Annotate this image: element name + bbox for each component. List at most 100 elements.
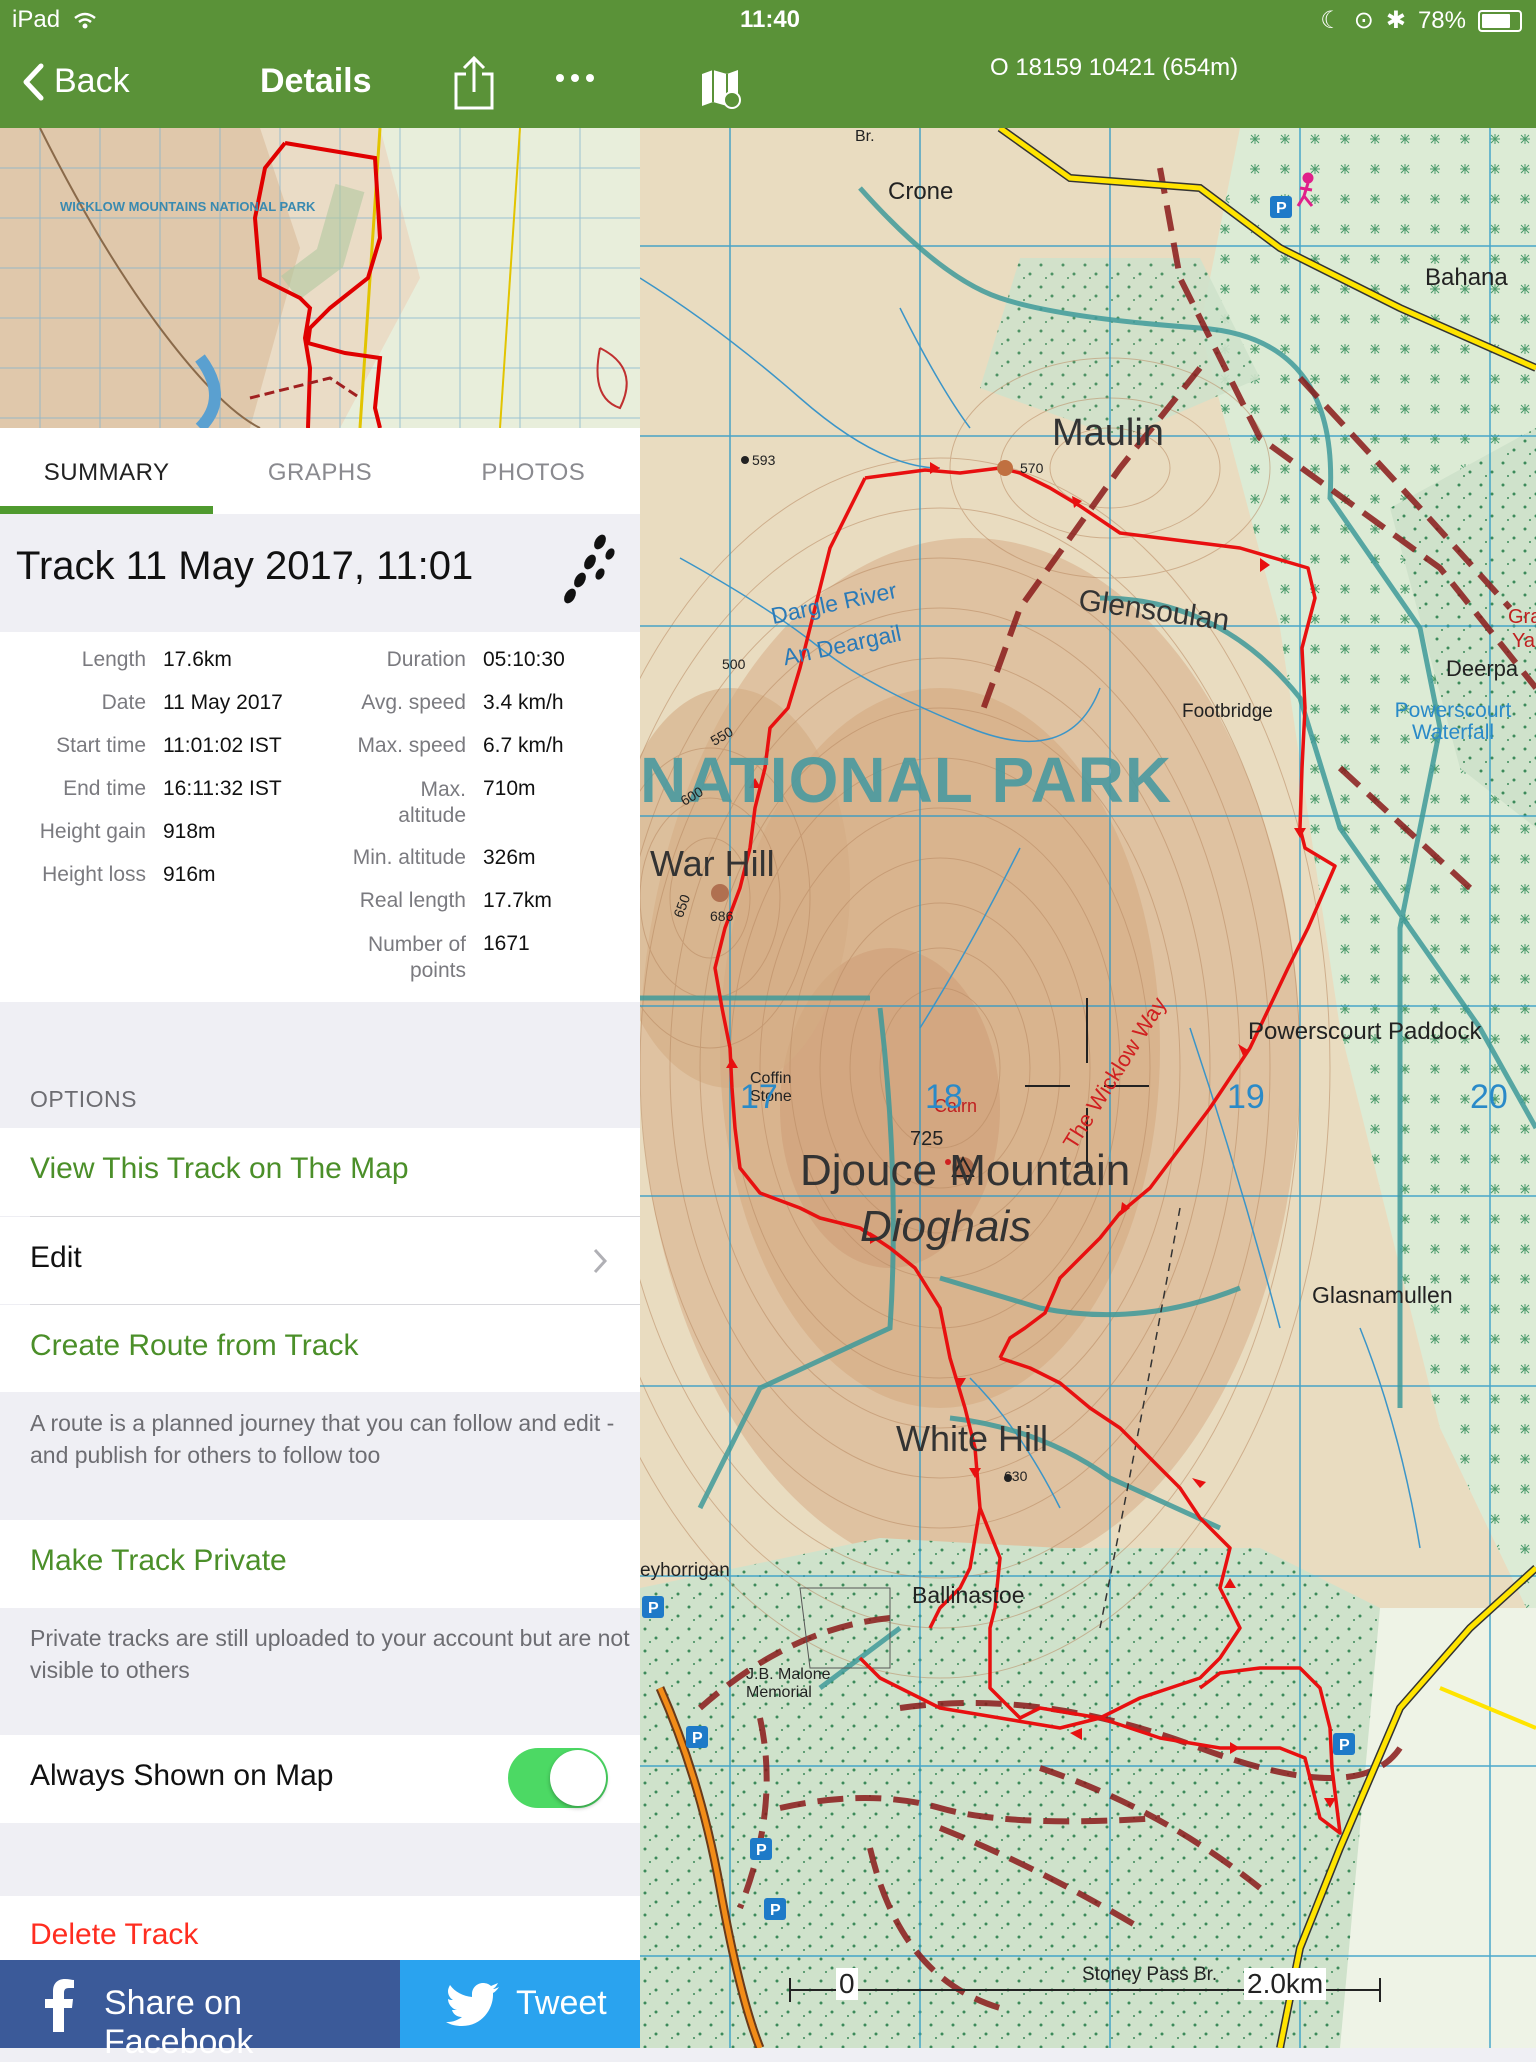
parking-icon: P <box>756 1842 767 1859</box>
dot-icon <box>586 74 594 82</box>
facebook-label: Share on Facebook <box>104 1984 254 2061</box>
grid-label-17: 17 <box>740 1078 778 1116</box>
map-icon <box>702 70 741 109</box>
parking-icon: P <box>1339 1737 1350 1754</box>
map-toolbar: O 18159 10421 (654m) <box>640 40 1536 128</box>
delete-track-button[interactable]: Delete Track <box>0 1896 640 1960</box>
map-label-dioghais: Dioghais <box>860 1202 1032 1251</box>
map-label-gra: Gra <box>1508 606 1536 628</box>
parking-icon: P <box>770 1902 781 1919</box>
stat-duration: Duration 05:10:30 <box>386 648 565 671</box>
clock: 11:40 <box>739 6 801 33</box>
spot-height-593: 593 <box>752 452 776 468</box>
track-header: Track 11 May 2017, 11:01 <box>0 514 640 632</box>
map-label-eyhorrigan: eyhorrigan <box>640 1560 730 1581</box>
stat-start-time: Start time 11:01:02 IST <box>56 734 282 757</box>
create-route-note: A route is a planned journey that you ca… <box>30 1410 615 1468</box>
thumbnail-map: WICKLOW MOUNTAINS NATIONAL PARK <box>0 128 640 428</box>
create-route-button[interactable]: Create Route from Track <box>0 1305 640 1392</box>
grid-label-18: 18 <box>925 1078 963 1116</box>
dot-icon <box>571 74 579 82</box>
thumbnail-park-label: WICKLOW MOUNTAINS NATIONAL PARK <box>60 199 316 214</box>
parking-icon: P <box>692 1730 703 1747</box>
make-private-button[interactable]: Make Track Private <box>0 1520 640 1608</box>
facebook-icon <box>45 1979 74 2032</box>
share-button[interactable] <box>452 54 496 115</box>
tweet-button[interactable]: Tweet <box>400 1960 640 2048</box>
details-nav-bar: Back Details <box>0 40 640 128</box>
back-button[interactable]: Back <box>22 62 130 101</box>
always-shown-toggle[interactable] <box>508 1748 608 1808</box>
map-label-ya: Ya <box>1512 630 1535 652</box>
back-label: Back <box>54 62 130 100</box>
more-options-button[interactable] <box>556 74 594 82</box>
map-label-powerscourt-paddock: Powerscourt Paddock <box>1248 1018 1482 1045</box>
scale-end: 2.0km <box>1244 1968 1327 2000</box>
share-facebook-button[interactable]: Share on Facebook <box>0 1960 400 2061</box>
map-layers-button[interactable] <box>698 66 742 115</box>
stat-real-length: Real length 17.7km <box>359 889 552 912</box>
parking-icon: P <box>648 1600 659 1617</box>
map-label-jb-malone: J.B. Malone Memorial <box>746 1666 831 1701</box>
map-label-glasnamullen: Glasnamullen <box>1312 1282 1453 1308</box>
stat-max-altitude: Max. altitude 710m <box>398 777 536 827</box>
map-label-maulin: Maulin <box>1052 412 1164 454</box>
spot-height-725: 725 <box>910 1128 944 1150</box>
view-on-map-button[interactable]: View This Track on The Map <box>0 1128 640 1216</box>
share-icon <box>454 55 494 110</box>
map-label-djouce: Djouce Mountain <box>800 1146 1131 1195</box>
edit-button[interactable]: Edit <box>0 1217 640 1304</box>
tab-photos[interactable]: PHOTOS <box>427 428 640 514</box>
spot-height-570: 570 <box>1020 460 1044 476</box>
footprints-icon <box>564 534 615 604</box>
map-label-park: NATIONAL PARK <box>640 744 1173 816</box>
tab-summary[interactable]: SUMMARY <box>0 428 214 514</box>
stat-length: Length 17.6km <box>81 648 232 671</box>
stat-end-time: End time 16:11:32 IST <box>63 777 282 800</box>
map-label-bahana: Bahana <box>1425 264 1508 291</box>
stat-height-gain: Height gain 918m <box>39 820 216 843</box>
map-label-br: Br. <box>855 128 875 145</box>
map-label-ballinastoe: Ballinastoe <box>912 1582 1025 1608</box>
track-map-thumbnail[interactable]: WICKLOW MOUNTAINS NATIONAL PARK <box>0 128 640 428</box>
grid-label-20: 20 <box>1470 1078 1508 1116</box>
chevron-right-icon <box>593 1248 608 1274</box>
page-title: Details <box>260 62 372 100</box>
map-label-white-hill: White Hill <box>896 1418 1049 1459</box>
stat-date: Date 11 May 2017 <box>101 691 283 714</box>
dot-icon <box>556 74 564 82</box>
parking-icon: P <box>1276 200 1287 217</box>
status-bar: iPad 11:40 ☾ ⊙ ✱ 78% <box>0 0 1536 40</box>
spot-height-686: 686 <box>710 908 734 924</box>
stat-max-speed: Max. speed 6.7 km/h <box>357 734 564 757</box>
battery-icon <box>1478 9 1522 32</box>
map-label-crone: Crone <box>888 178 954 205</box>
tweet-label: Tweet <box>516 1984 607 2022</box>
chevron-left-icon <box>23 63 44 100</box>
stat-height-loss: Height loss 916m <box>42 863 216 886</box>
rotation-lock-icon: ⊙ <box>1353 7 1374 34</box>
topographic-map[interactable]: P P P P P P NATIONAL PARK Crone Bahana B… <box>640 128 1536 2048</box>
contour-label-500: 500 <box>722 656 746 672</box>
map-label-deerpark: Deerpa <box>1446 656 1519 681</box>
map-label-stoney-pass: Stoney Pass Br. <box>1082 1964 1218 1985</box>
moon-icon: ☾ <box>1320 7 1342 34</box>
toggle-knob <box>550 1750 606 1806</box>
stat-min-altitude: Min. altitude 326m <box>352 846 536 869</box>
scale-start: 0 <box>836 1968 858 2000</box>
track-title: Track 11 May 2017, 11:01 <box>16 544 474 588</box>
spot-height-630: 630 <box>1004 1468 1028 1484</box>
bluetooth-icon: ✱ <box>1385 7 1406 34</box>
battery-percent: 78% <box>1417 6 1466 34</box>
tab-graphs[interactable]: GRAPHS <box>213 428 426 514</box>
grid-reference: O 18159 10421 (654m) <box>990 54 1239 81</box>
map-label-powerscourt-waterfall: Powerscourt Waterfall <box>1394 699 1512 744</box>
grid-label-19: 19 <box>1227 1078 1265 1116</box>
make-private-note: Private tracks are still uploaded to you… <box>30 1625 630 1683</box>
map-label-war-hill: War Hill <box>650 843 775 884</box>
stat-avg-speed: Avg. speed 3.4 km/h <box>361 691 564 714</box>
status-right: ☾ ⊙ ✱ 78% <box>1320 6 1522 35</box>
stat-number-of-points: Number of points 1671 <box>367 932 530 982</box>
options-header: OPTIONS <box>30 1086 138 1112</box>
map-label-footbridge: Footbridge <box>1182 701 1273 722</box>
